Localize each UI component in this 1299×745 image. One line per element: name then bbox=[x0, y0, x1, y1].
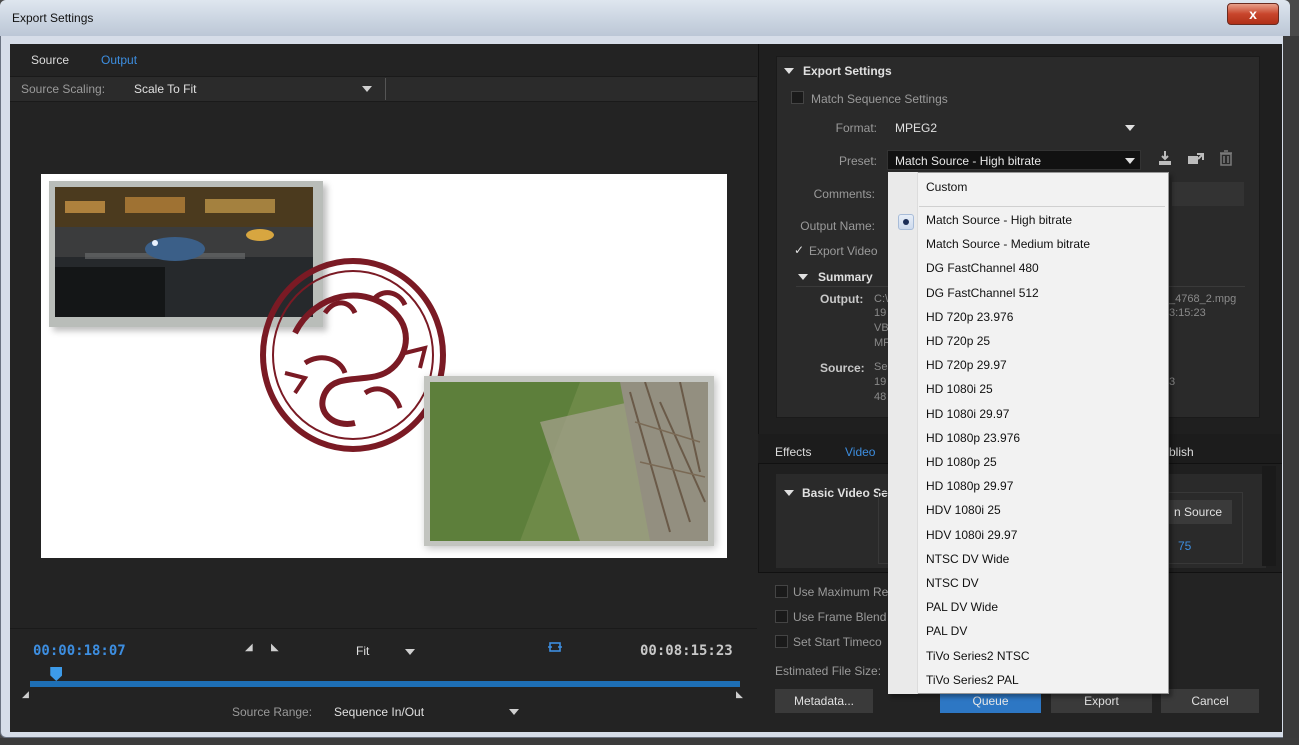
seal-emblem bbox=[260, 258, 446, 452]
tab-publish[interactable]: blish bbox=[1169, 445, 1194, 459]
summary-text: 48 bbox=[874, 391, 887, 403]
dropdown-separator bbox=[919, 206, 1165, 207]
tab-effects[interactable]: Effects bbox=[775, 445, 811, 459]
close-button[interactable]: x bbox=[1227, 3, 1279, 25]
divider bbox=[385, 78, 386, 100]
export-settings-heading[interactable]: Export Settings bbox=[803, 64, 892, 78]
title-bar bbox=[0, 0, 1290, 36]
preset-option[interactable]: HD 720p 25 bbox=[926, 329, 990, 353]
summary-text: VB bbox=[874, 322, 889, 334]
collapse-triangle-icon[interactable] bbox=[784, 490, 794, 496]
scrollbar[interactable] bbox=[1262, 466, 1276, 566]
preset-option[interactable]: Match Source - High bitrate bbox=[926, 208, 1072, 232]
match-sequence-label: Match Sequence Settings bbox=[811, 92, 948, 106]
preset-option[interactable]: HD 720p 29.97 bbox=[926, 353, 1007, 377]
trash-icon[interactable] bbox=[1219, 150, 1233, 169]
preset-option[interactable]: HDV 1080i 25 bbox=[926, 498, 1001, 522]
preset-option[interactable]: HD 1080i 25 bbox=[926, 377, 993, 401]
preset-option[interactable]: PAL DV bbox=[926, 619, 967, 643]
preset-option[interactable]: TiVo Series2 NTSC bbox=[926, 644, 1030, 668]
source-scaling-bar bbox=[10, 76, 757, 102]
estimated-size-label: Estimated File Size: bbox=[775, 664, 882, 678]
preset-option[interactable]: HD 1080p 29.97 bbox=[926, 474, 1013, 498]
window-title: Export Settings bbox=[12, 11, 94, 25]
preset-select-value[interactable]: Match Source - High bitrate bbox=[895, 154, 1041, 168]
summary-text: 3:15:23 bbox=[1169, 307, 1206, 319]
metadata-button[interactable]: Metadata... bbox=[775, 689, 873, 713]
preset-option[interactable]: HD 1080i 29.97 bbox=[926, 402, 1009, 426]
collapse-triangle-icon[interactable] bbox=[784, 68, 794, 74]
source-scaling-label: Source Scaling: bbox=[21, 82, 106, 96]
collapse-triangle-icon[interactable] bbox=[798, 274, 808, 280]
import-preset-icon[interactable] bbox=[1187, 150, 1205, 169]
format-label: Format: bbox=[835, 121, 877, 135]
frame-blend-label: Use Frame Blend bbox=[793, 610, 887, 624]
source-scaling-select[interactable]: Scale To Fit bbox=[134, 82, 196, 96]
chevron-down-icon[interactable] bbox=[1125, 158, 1135, 164]
tab-source[interactable]: Source bbox=[31, 53, 69, 67]
summary-heading[interactable]: Summary bbox=[818, 270, 873, 284]
preset-option[interactable]: TiVo Series2 PAL bbox=[926, 668, 1019, 692]
source-range-label: Source Range: bbox=[232, 705, 313, 719]
zoom-select[interactable]: Fit bbox=[356, 644, 369, 658]
start-timecode-checkbox[interactable] bbox=[775, 635, 788, 648]
duration-timecode: 00:08:15:23 bbox=[640, 643, 733, 659]
quality-value[interactable]: 75 bbox=[1178, 539, 1191, 553]
preset-option[interactable]: NTSC DV Wide bbox=[926, 547, 1009, 571]
output-name-label: Output Name: bbox=[800, 219, 875, 233]
tab-output[interactable]: Output bbox=[101, 53, 137, 67]
range-start-handle[interactable]: ◢ bbox=[22, 689, 29, 700]
taskbar-edge bbox=[0, 738, 1299, 745]
summary-text: 19 bbox=[874, 376, 887, 388]
match-sequence-checkbox[interactable] bbox=[791, 91, 804, 104]
summary-text: _4768_2.mpg bbox=[1169, 293, 1237, 305]
format-select[interactable]: MPEG2 bbox=[895, 121, 937, 135]
comments-field[interactable] bbox=[1172, 182, 1244, 206]
max-render-label: Use Maximum Re bbox=[793, 585, 889, 599]
grass-field-image bbox=[430, 382, 708, 541]
radio-dot-icon bbox=[903, 219, 909, 225]
comments-label: Comments: bbox=[813, 187, 875, 201]
summary-source-label: Source: bbox=[820, 361, 865, 375]
preset-option-custom[interactable]: Custom bbox=[926, 175, 967, 199]
preset-option[interactable]: DG FastChannel 512 bbox=[926, 281, 1039, 305]
start-timecode-label: Set Start Timeco bbox=[793, 635, 882, 649]
source-range-select[interactable]: Sequence In/Out bbox=[334, 705, 424, 719]
summary-output-label: Output: bbox=[820, 292, 864, 306]
timeline-track[interactable] bbox=[30, 681, 740, 687]
mark-out-icon[interactable]: ◣ bbox=[271, 642, 279, 653]
preset-option[interactable]: HD 720p 23.976 bbox=[926, 305, 1013, 329]
current-timecode[interactable]: 00:00:18:07 bbox=[33, 643, 126, 659]
summary-text: 19 bbox=[874, 307, 887, 319]
preset-option[interactable]: PAL DV Wide bbox=[926, 595, 998, 619]
chevron-down-icon[interactable] bbox=[362, 86, 372, 92]
chevron-down-icon[interactable] bbox=[405, 649, 415, 655]
preset-option[interactable]: HD 1080p 23.976 bbox=[926, 426, 1020, 450]
preset-label: Preset: bbox=[838, 154, 877, 168]
summary-text: Se bbox=[874, 361, 888, 373]
chevron-down-icon[interactable] bbox=[1125, 125, 1135, 131]
preset-option[interactable]: DG FastChannel 480 bbox=[926, 256, 1039, 280]
basic-video-heading[interactable]: Basic Video Se bbox=[802, 486, 888, 500]
fit-frame-icon[interactable] bbox=[548, 640, 562, 659]
background-window bbox=[1283, 36, 1299, 745]
mark-in-icon[interactable]: ◢ bbox=[245, 642, 253, 653]
match-source-button[interactable]: n Source bbox=[1166, 500, 1232, 524]
max-render-checkbox[interactable] bbox=[775, 585, 788, 598]
cancel-button[interactable]: Cancel bbox=[1161, 689, 1259, 713]
preset-option[interactable]: HD 1080p 25 bbox=[926, 450, 997, 474]
preset-option[interactable]: HDV 1080i 29.97 bbox=[926, 523, 1017, 547]
summary-text: 3 bbox=[1169, 376, 1176, 388]
preset-option[interactable]: Match Source - Medium bitrate bbox=[926, 232, 1090, 256]
frame-blend-checkbox[interactable] bbox=[775, 610, 788, 623]
export-video-label: Export Video bbox=[809, 244, 878, 258]
chevron-down-icon[interactable] bbox=[509, 709, 519, 715]
dropdown-gutter bbox=[888, 172, 918, 694]
save-preset-icon[interactable] bbox=[1157, 150, 1173, 169]
export-video-checkbox[interactable]: ✓ bbox=[794, 243, 804, 257]
preset-option[interactable]: NTSC DV bbox=[926, 571, 979, 595]
tab-video[interactable]: Video bbox=[845, 445, 875, 459]
summary-text: C:\ bbox=[874, 293, 889, 305]
range-end-handle[interactable]: ◣ bbox=[736, 689, 743, 700]
